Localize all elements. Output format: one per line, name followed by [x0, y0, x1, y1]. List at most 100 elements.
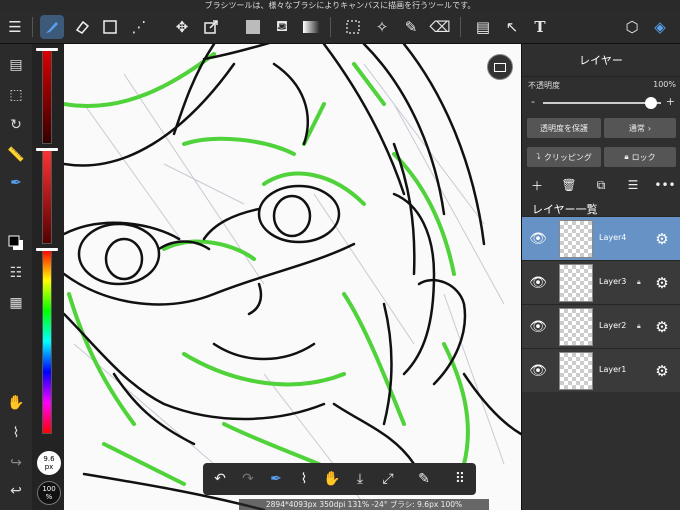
drawing-canvas[interactable]: ↶ ↷ ✒ ⌇ ✋ ⤓ ⤢ ✎ ⠿ 2894*4093px 350dpi 131… [64, 44, 521, 510]
eyedropper-quick-icon[interactable]: ⌇ [293, 468, 315, 490]
save-download-icon[interactable]: ⤓ [349, 468, 371, 490]
hamburger-menu-icon[interactable]: ☰ [3, 15, 27, 39]
lock-label: ロック [631, 152, 656, 162]
layer-thumbnail [559, 220, 593, 258]
pages-icon[interactable]: ▤ [4, 54, 28, 76]
rotate-icon[interactable]: ↻ [4, 114, 28, 136]
slider-handle[interactable] [36, 248, 58, 251]
layer-row-layer4[interactable]: 👁︎ Layer4 ⚙ [522, 216, 680, 260]
brush-tool-icon[interactable] [40, 15, 64, 39]
layer-row-layer3[interactable]: 👁︎ Layer3 🔒︎ ⚙ [522, 260, 680, 304]
protect-alpha-button[interactable]: 透明度を保護 [527, 118, 601, 138]
materials-cube-icon[interactable]: ⬡ [620, 15, 644, 39]
select-rect-icon[interactable] [341, 15, 365, 39]
redo-button-icon[interactable]: ↷ [237, 468, 259, 490]
lock-button[interactable]: 🔒︎ ロック [604, 147, 676, 167]
color-slider-column: 9.6 px 100 % [32, 44, 64, 510]
select-pen-icon[interactable]: ✎ [399, 15, 423, 39]
ruler-icon[interactable]: 📏 [4, 144, 28, 166]
gear-icon[interactable]: ⚙ [652, 361, 672, 381]
slider-handle[interactable] [36, 48, 58, 51]
toolbar-divider [330, 17, 331, 37]
more-options-icon[interactable]: ••• [654, 176, 675, 194]
fill-rect-icon[interactable] [241, 15, 265, 39]
brush-size-indicator[interactable]: 9.6 px [37, 451, 61, 475]
operation-tool-icon[interactable]: ↖ [500, 15, 524, 39]
eyedropper-icon[interactable]: ⌇ [4, 422, 28, 444]
eye-visibility-icon[interactable]: 👁︎ [528, 229, 548, 249]
bucket-tool-icon[interactable]: ⛾ [270, 15, 294, 39]
magic-wand-icon[interactable]: ✧ [370, 15, 394, 39]
slider-track [543, 102, 661, 104]
brush-settings-icon[interactable]: ✒ [4, 172, 28, 194]
gear-icon[interactable]: ⚙ [652, 317, 672, 337]
color-history-icon[interactable]: ▦ [4, 292, 28, 314]
delete-layer-icon[interactable]: 🗑︎ [560, 176, 578, 194]
layer-opacity-slider[interactable]: - + [527, 95, 677, 110]
color-palette-icon[interactable]: ☷ [4, 262, 28, 284]
layer-list-icon[interactable]: ☰ [624, 176, 642, 194]
add-layer-icon[interactable]: ＋ [528, 176, 546, 194]
opacity-unit: % [45, 493, 53, 501]
clipping-label: クリッピング [543, 152, 592, 162]
opacity-indicator[interactable]: 100 % [37, 481, 61, 505]
eye-visibility-icon[interactable]: 👁︎ [528, 273, 548, 293]
layer-row-layer2[interactable]: 👁︎ Layer2 🔒︎ ⚙ [522, 304, 680, 348]
slider-handle[interactable] [36, 148, 58, 151]
plus-icon[interactable]: + [666, 95, 675, 108]
move-tool-icon[interactable]: ✥ [170, 15, 194, 39]
eraser-tool-icon[interactable] [70, 15, 94, 39]
toolbar-divider [460, 17, 461, 37]
eye-visibility-icon[interactable]: 👁︎ [528, 317, 548, 337]
brush-size-unit: px [44, 463, 54, 471]
quick-action-bar: ↶ ↷ ✒ ⌇ ✋ ⤓ ⤢ ✎ ⠿ [203, 463, 476, 495]
clipping-arrow-icon: ⮧ [536, 152, 541, 161]
layer-row-layer1[interactable]: 👁︎ Layer1 ⚙ [522, 348, 680, 392]
hand-tool-icon[interactable]: ✋ [4, 392, 28, 414]
brush-size-slider[interactable] [42, 49, 52, 144]
color-swatch-icon[interactable] [4, 232, 28, 254]
layer-thumbnail [559, 352, 593, 390]
eye-visibility-icon[interactable]: 👁︎ [528, 361, 548, 381]
edit-menu-icon[interactable]: ✎ [413, 468, 435, 490]
redo-icon[interactable]: ↪ [4, 452, 28, 474]
dot-brush-icon[interactable]: ⋰ [127, 15, 151, 39]
sketch-artwork [64, 44, 521, 510]
undo-button-icon[interactable]: ↶ [209, 468, 231, 490]
selection-menu-icon[interactable]: ⬚ [4, 84, 28, 106]
clipping-button[interactable]: ⮧ クリッピング [527, 147, 601, 167]
opacity-label: 不透明度 [528, 81, 560, 90]
brush-quick-icon[interactable]: ✒ [265, 468, 287, 490]
transform-tool-icon[interactable] [199, 15, 223, 39]
more-grid-icon[interactable]: ⠿ [449, 468, 471, 490]
layer-panel: レイヤー 不透明度 100% - + 透明度を保護 通常 › ⮧ クリッピング … [521, 44, 680, 510]
lock-icon: 🔒︎ [637, 278, 641, 286]
hand-quick-icon[interactable]: ✋ [321, 468, 343, 490]
slider-knob[interactable] [645, 97, 657, 109]
layer-list-header: レイヤー一覧 [532, 203, 598, 216]
duplicate-layer-icon[interactable]: ⧉ [592, 176, 610, 194]
blend-mode-button[interactable]: 通常 › [604, 118, 676, 138]
brush-opacity-slider[interactable] [42, 149, 52, 244]
canvas-status-text: 2894*4093px 350dpi 131% -24° ブラシ: 9.6px … [239, 499, 489, 510]
layer-name: Layer3 [599, 277, 627, 286]
gear-icon[interactable]: ⚙ [652, 229, 672, 249]
frame-tool-icon[interactable]: ▤ [471, 15, 495, 39]
layer-name: Layer1 [599, 365, 627, 374]
lock-icon: 🔒︎ [637, 322, 641, 330]
fullscreen-icon[interactable]: ⤢ [377, 468, 399, 490]
layers-panel-icon[interactable]: ◈ [648, 15, 672, 39]
layer-action-row: ＋ 🗑︎ ⧉ ☰ ••• [522, 174, 680, 196]
text-tool-icon[interactable]: T [528, 15, 552, 39]
shape-tool-icon[interactable] [98, 15, 122, 39]
minus-icon[interactable]: - [531, 95, 535, 108]
gear-icon[interactable]: ⚙ [652, 273, 672, 293]
top-toolbar: ☰ ⋰ ✥ ⛾ ✧ ✎ ⌫ ▤ ↖ T ⬡ ◈ [0, 11, 680, 44]
undo-icon[interactable]: ↩ [4, 480, 28, 502]
brush-size-value: 9.6 [43, 455, 55, 463]
layer-name: Layer4 [599, 233, 627, 242]
hue-slider[interactable] [42, 249, 52, 434]
gradient-tool-icon[interactable] [299, 15, 323, 39]
select-eraser-icon[interactable]: ⌫ [428, 15, 452, 39]
canvas-overlay-toggle[interactable] [487, 54, 513, 80]
